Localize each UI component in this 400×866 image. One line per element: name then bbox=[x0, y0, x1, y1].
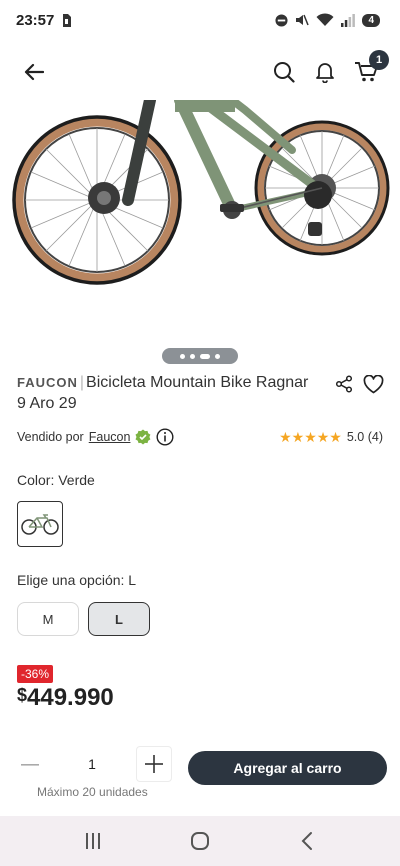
back-nav-button[interactable] bbox=[287, 821, 327, 861]
price-value: 449.990 bbox=[27, 684, 114, 711]
seller-info: Vendido por Faucon bbox=[17, 428, 174, 446]
discount-badge: -36% bbox=[17, 665, 54, 683]
quantity-increase-button[interactable] bbox=[136, 746, 172, 782]
add-to-cart-button[interactable]: Agregar al carro bbox=[188, 751, 387, 785]
status-bar: 23:57 4 bbox=[0, 0, 400, 40]
bike-thumbnail-icon bbox=[21, 514, 59, 535]
size-option-m[interactable]: M bbox=[17, 602, 79, 636]
heart-icon bbox=[363, 374, 383, 393]
chevron-left-icon bbox=[301, 832, 312, 850]
product-image bbox=[12, 100, 390, 285]
seller-prefix: Vendido por bbox=[17, 430, 84, 444]
battery-icon: 4 bbox=[362, 13, 380, 27]
pagination-dot-active[interactable] bbox=[200, 353, 210, 359]
home-button[interactable] bbox=[180, 821, 220, 861]
pagination-dot[interactable] bbox=[190, 353, 195, 359]
favorite-button[interactable] bbox=[361, 372, 385, 396]
plus-icon bbox=[145, 755, 163, 773]
minus-icon bbox=[21, 764, 39, 766]
mute-icon bbox=[296, 14, 310, 26]
info-icon[interactable] bbox=[156, 428, 174, 446]
max-quantity-note: Máximo 20 unidades bbox=[37, 785, 148, 799]
front-wheel bbox=[12, 115, 182, 285]
status-right: 4 bbox=[275, 13, 380, 27]
status-time: 23:57 bbox=[16, 11, 55, 29]
pagination-dot[interactable] bbox=[215, 353, 220, 359]
status-left: 23:57 bbox=[16, 11, 72, 29]
recent-apps-button[interactable] bbox=[73, 821, 113, 861]
gallery-pagination[interactable] bbox=[162, 348, 238, 364]
do-not-disturb-icon bbox=[275, 13, 288, 27]
title-separator: | bbox=[79, 374, 85, 391]
cart-count-badge: 1 bbox=[369, 50, 389, 70]
system-nav-bar bbox=[0, 816, 400, 866]
wifi-icon bbox=[316, 13, 334, 26]
cart-button[interactable]: 1 bbox=[352, 50, 389, 86]
seller-row: Vendido por Faucon ★★★★★ 5.0 (4) bbox=[17, 426, 383, 448]
bell-icon bbox=[316, 63, 334, 83]
verified-seller-icon bbox=[135, 429, 151, 445]
size-option-l[interactable]: L bbox=[88, 602, 150, 636]
product-rating[interactable]: ★★★★★ 5.0 (4) bbox=[279, 429, 383, 446]
product-image-gallery[interactable] bbox=[0, 100, 400, 350]
color-swatch-verde[interactable] bbox=[17, 501, 63, 547]
quantity-value[interactable]: 1 bbox=[80, 756, 104, 772]
bike-frame bbox=[122, 100, 332, 236]
back-button[interactable] bbox=[20, 58, 48, 86]
signal-icon bbox=[341, 13, 356, 27]
product-title: FAUCON | Bicicleta Mountain Bike Ragnar 9 … bbox=[17, 372, 317, 414]
search-icon bbox=[274, 62, 295, 83]
product-brand: FAUCON bbox=[17, 375, 78, 390]
rating-stars: ★★★★★ bbox=[279, 428, 342, 445]
quantity-decrease-button[interactable] bbox=[12, 748, 48, 782]
app-header: 1 bbox=[0, 46, 400, 96]
home-icon bbox=[190, 832, 209, 850]
pagination-dot[interactable] bbox=[180, 353, 185, 359]
option-label: Elige una opción: L bbox=[17, 572, 137, 588]
search-button[interactable] bbox=[270, 58, 298, 86]
price-currency: $ bbox=[17, 685, 28, 705]
seller-link[interactable]: Faucon bbox=[89, 430, 131, 444]
rating-value: 5.0 (4) bbox=[346, 430, 383, 444]
sim-card-icon bbox=[63, 13, 72, 27]
notifications-button[interactable] bbox=[311, 58, 339, 86]
arrow-left-icon bbox=[24, 63, 44, 81]
share-icon bbox=[335, 375, 353, 393]
share-button[interactable] bbox=[332, 372, 356, 396]
color-label: Color: Verde bbox=[17, 472, 95, 488]
product-price: $449.990 bbox=[17, 684, 114, 712]
recent-apps-icon bbox=[86, 833, 101, 849]
